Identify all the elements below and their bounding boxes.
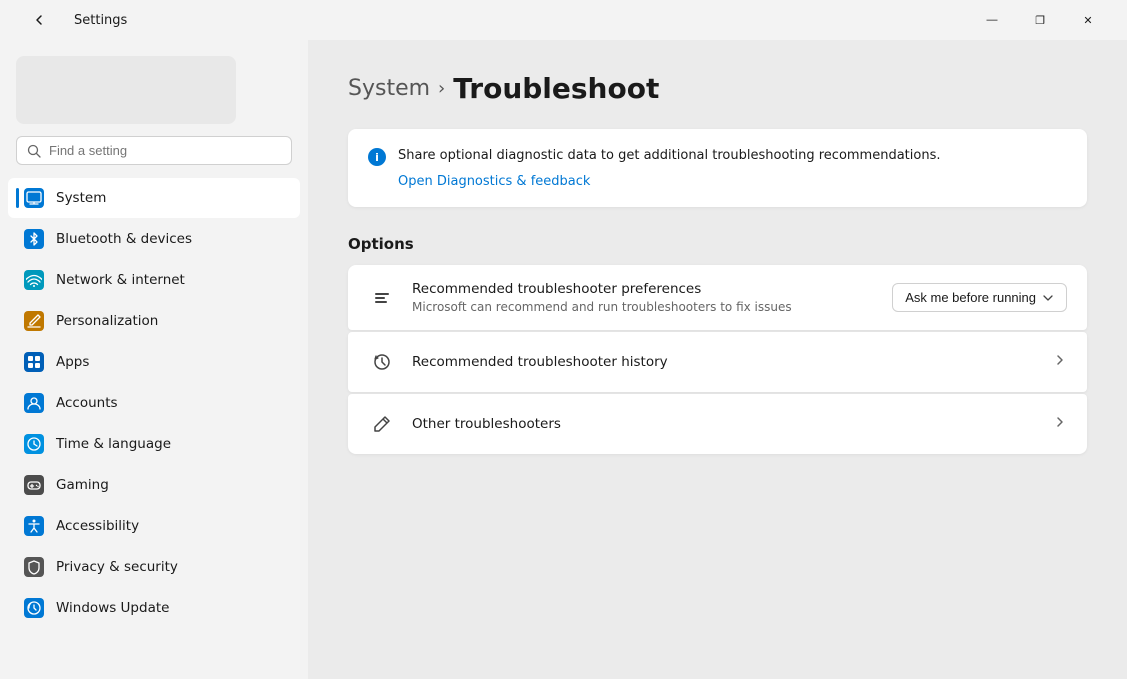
bluetooth-icon	[24, 229, 44, 249]
troubleshooter-prefs-subtitle: Microsoft can recommend and run troubles…	[412, 300, 792, 314]
update-icon	[24, 598, 44, 618]
sidebar-label-time: Time & language	[56, 436, 171, 452]
system-icon	[24, 188, 44, 208]
close-button[interactable]: ✕	[1065, 4, 1111, 36]
sidebar-item-network[interactable]: Network & internet	[8, 260, 300, 300]
sidebar-item-gaming[interactable]: Gaming	[8, 465, 300, 505]
troubleshooter-history-icon	[368, 348, 396, 376]
breadcrumb-current: Troubleshoot	[453, 72, 659, 105]
sidebar-label-apps: Apps	[56, 354, 89, 370]
main-content: System › Troubleshoot i Share optional d…	[308, 40, 1127, 679]
sidebar-label-accounts: Accounts	[56, 395, 118, 411]
title-bar: Settings — ❐ ✕	[0, 0, 1127, 40]
options-heading: Options	[348, 235, 1087, 253]
info-banner: i Share optional diagnostic data to get …	[348, 129, 1087, 207]
minimize-button[interactable]: —	[969, 4, 1015, 36]
option-troubleshooter-prefs[interactable]: Recommended troubleshooter preferences Mi…	[348, 265, 1087, 330]
sidebar-label-update: Windows Update	[56, 600, 169, 616]
sidebar-label-gaming: Gaming	[56, 477, 109, 493]
sidebar-item-time[interactable]: Time & language	[8, 424, 300, 464]
sidebar-label-system: System	[56, 190, 106, 206]
personalization-icon	[24, 311, 44, 331]
sidebar-item-bluetooth[interactable]: Bluetooth & devices	[8, 219, 300, 259]
sidebar-item-apps[interactable]: Apps	[8, 342, 300, 382]
sidebar: System Bluetooth & devices Network & inter…	[0, 40, 308, 679]
back-button[interactable]	[16, 4, 62, 36]
search-input[interactable]	[49, 143, 281, 158]
info-banner-row: i Share optional diagnostic data to get …	[368, 147, 1067, 166]
option-other-troubleshooters[interactable]: Other troubleshooters	[348, 394, 1087, 454]
breadcrumb-separator: ›	[438, 78, 445, 99]
diagnostics-link[interactable]: Open Diagnostics & feedback	[368, 174, 1067, 189]
sidebar-item-accounts[interactable]: Accounts	[8, 383, 300, 423]
other-troubleshooters-icon	[368, 410, 396, 438]
troubleshooter-prefs-title: Recommended troubleshooter preferences	[412, 281, 792, 297]
breadcrumb-parent: System	[348, 76, 430, 101]
troubleshooter-prefs-dropdown[interactable]: Ask me before running	[892, 283, 1067, 312]
time-icon	[24, 434, 44, 454]
troubleshooter-history-chevron-icon	[1053, 353, 1067, 371]
info-text: Share optional diagnostic data to get ad…	[398, 147, 940, 165]
sidebar-item-update[interactable]: Windows Update	[8, 588, 300, 628]
sidebar-item-accessibility[interactable]: Accessibility	[8, 506, 300, 546]
apps-icon	[24, 352, 44, 372]
accounts-icon	[24, 393, 44, 413]
breadcrumb: System › Troubleshoot	[348, 72, 1087, 105]
privacy-icon	[24, 557, 44, 577]
search-icon	[27, 144, 41, 158]
sidebar-label-accessibility: Accessibility	[56, 518, 139, 534]
options-container: Recommended troubleshooter preferences Mi…	[348, 265, 1087, 454]
accessibility-icon	[24, 516, 44, 536]
search-box[interactable]	[16, 136, 292, 165]
nav-list: System Bluetooth & devices Network & inter…	[0, 177, 308, 629]
troubleshooter-history-title: Recommended troubleshooter history	[412, 354, 668, 370]
sidebar-label-bluetooth: Bluetooth & devices	[56, 231, 192, 247]
other-troubleshooters-title: Other troubleshooters	[412, 416, 561, 432]
sidebar-header	[0, 48, 308, 177]
sidebar-label-privacy: Privacy & security	[56, 559, 178, 575]
sidebar-item-system[interactable]: System	[8, 178, 300, 218]
window-title: Settings	[74, 13, 127, 28]
window-controls: — ❐ ✕	[969, 4, 1111, 36]
troubleshooter-prefs-icon	[368, 284, 396, 312]
info-icon: i	[368, 148, 386, 166]
sidebar-item-personalization[interactable]: Personalization	[8, 301, 300, 341]
other-troubleshooters-chevron-icon	[1053, 415, 1067, 433]
sidebar-label-network: Network & internet	[56, 272, 185, 288]
avatar	[16, 56, 236, 124]
sidebar-item-privacy[interactable]: Privacy & security	[8, 547, 300, 587]
network-icon	[24, 270, 44, 290]
sidebar-label-personalization: Personalization	[56, 313, 158, 329]
gaming-icon	[24, 475, 44, 495]
app-body: System Bluetooth & devices Network & inter…	[0, 40, 1127, 679]
maximize-button[interactable]: ❐	[1017, 4, 1063, 36]
option-troubleshooter-history[interactable]: Recommended troubleshooter history	[348, 332, 1087, 392]
